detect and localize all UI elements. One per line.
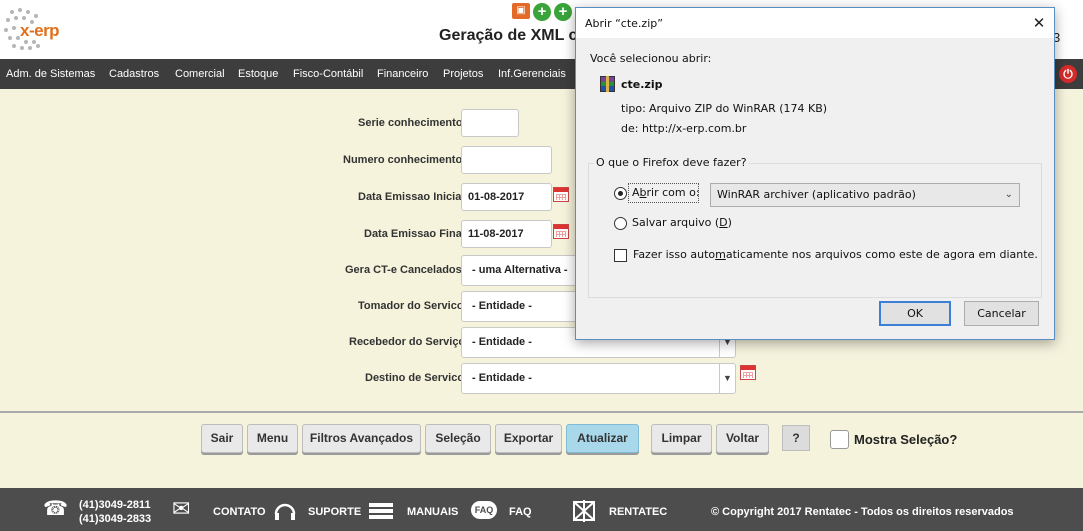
recebedor-value: - Entidade - bbox=[472, 336, 532, 348]
open-with-label[interactable]: Abrir com o: bbox=[632, 186, 700, 199]
numero-input[interactable] bbox=[461, 146, 552, 174]
auto-text: Fazer isso auto bbox=[633, 248, 716, 261]
menu-item-inf-gerenciais[interactable]: Inf.Gerenciais bbox=[498, 68, 566, 80]
save-file-label[interactable]: Salvar arquivo (D) bbox=[632, 216, 732, 229]
books-icon[interactable] bbox=[367, 500, 395, 522]
serie-label: Serie conhecimento bbox=[358, 117, 463, 129]
footer: ☎ (41)3049-2811 (41)3049-2833 ✉ CONTATO … bbox=[0, 488, 1083, 531]
voltar-button[interactable]: Voltar bbox=[716, 424, 769, 453]
menu-item-projetos[interactable]: Projetos bbox=[443, 68, 483, 80]
add-icon[interactable]: + bbox=[533, 3, 551, 21]
open-with-text-rest: rir com o: bbox=[646, 186, 700, 199]
serie-input[interactable] bbox=[461, 109, 519, 137]
menu-item-adm-sistemas[interactable]: Adm. de Sistemas bbox=[6, 68, 95, 80]
numero-label: Numero conhecimento bbox=[343, 154, 463, 166]
page-title: Geração de XML c bbox=[439, 27, 578, 44]
data-final-label: Data Emissao Final bbox=[364, 228, 465, 240]
selecao-button[interactable]: Seleção bbox=[425, 424, 491, 453]
destino-label: Destino de Servico bbox=[365, 372, 465, 384]
tomador-value: - Entidade - bbox=[472, 300, 532, 312]
auto-text-rest: aticamente nos arquivos como este de ago… bbox=[725, 248, 1038, 261]
help-button[interactable]: ? bbox=[782, 425, 810, 451]
suporte-link[interactable]: SUPORTE bbox=[308, 506, 361, 518]
winrar-archive-icon bbox=[600, 76, 615, 92]
destino-value: - Entidade - bbox=[472, 372, 532, 384]
faq-link[interactable]: FAQ bbox=[509, 506, 532, 518]
gera-cancelados-value: - uma Alternativa - bbox=[472, 264, 568, 276]
phone-2: (41)3049-2833 bbox=[79, 513, 152, 525]
mail-icon[interactable]: ✉ bbox=[172, 498, 190, 520]
menu-item-comercial[interactable]: Comercial bbox=[175, 68, 225, 80]
limpar-button[interactable]: Limpar bbox=[651, 424, 712, 453]
dialog-body: Você selecionou abrir: cte.zip tipo: Arq… bbox=[576, 38, 1054, 339]
calendar-icon[interactable] bbox=[553, 187, 569, 202]
filtros-avancados-button[interactable]: Filtros Avançados bbox=[302, 424, 421, 453]
ok-button[interactable]: OK bbox=[879, 301, 951, 326]
open-with-text-a: A bbox=[632, 186, 640, 199]
tomador-label: Tomador do Servico bbox=[358, 300, 464, 312]
application-select[interactable]: WinRAR archiver (aplicativo padrão) ⌄ bbox=[710, 183, 1020, 207]
auto-accesskey: m bbox=[715, 248, 726, 261]
open-file-dialog: Abrir “cte.zip” ✕ Você selecionou abrir:… bbox=[575, 7, 1055, 340]
phone-1: (41)3049-2811 bbox=[79, 499, 151, 511]
data-final-input[interactable]: 11-08-2017 bbox=[461, 220, 552, 248]
save-file-radio[interactable] bbox=[614, 217, 627, 230]
manuais-link[interactable]: MANUAIS bbox=[407, 506, 458, 518]
sair-button[interactable]: Sair bbox=[201, 424, 243, 453]
rentatec-link[interactable]: RENTATEC bbox=[609, 506, 667, 518]
xerp-logo[interactable]: x-erp bbox=[2, 4, 64, 54]
data-inicial-label: Data Emissao Inicial bbox=[358, 191, 465, 203]
close-icon[interactable]: ✕ bbox=[1031, 14, 1047, 32]
calendar-icon[interactable] bbox=[740, 365, 756, 380]
save-file-text-end: ) bbox=[727, 216, 732, 229]
selected-label: Você selecionou abrir: bbox=[590, 52, 712, 65]
recebedor-label: Recebedor do Serviço bbox=[349, 336, 466, 348]
tipo-value: Arquivo ZIP do WinRAR (174 KB) bbox=[649, 102, 828, 115]
application-select-value: WinRAR archiver (aplicativo padrão) bbox=[717, 188, 916, 201]
open-with-accesskey: b bbox=[639, 186, 647, 199]
mostra-selecao-label: Mostra Seleção? bbox=[854, 432, 958, 447]
menu-button[interactable]: Menu bbox=[247, 424, 298, 453]
header-icons: ▣ + + bbox=[512, 3, 572, 23]
de-value: http://x-erp.com.br bbox=[642, 122, 747, 135]
auto-label[interactable]: Fazer isso automaticamente nos arquivos … bbox=[633, 248, 1038, 261]
file-name: cte.zip bbox=[621, 78, 663, 91]
presentation-icon[interactable]: ▣ bbox=[512, 3, 530, 19]
gera-cancelados-label: Gera CT-e Cancelados? bbox=[345, 264, 469, 276]
menu-item-cadastros[interactable]: Cadastros bbox=[109, 68, 159, 80]
de-label: de: bbox=[621, 122, 639, 135]
faq-icon[interactable]: FAQ bbox=[471, 501, 497, 519]
headset-icon[interactable] bbox=[273, 500, 297, 522]
tipo-label: tipo: bbox=[621, 102, 646, 115]
logo-text: x-erp bbox=[20, 21, 60, 40]
chevron-down-icon[interactable]: ⌄ bbox=[1005, 184, 1013, 206]
menu-item-fisco-contabil[interactable]: Fisco-Contábil bbox=[293, 68, 363, 80]
cancel-button[interactable]: Cancelar bbox=[964, 301, 1039, 326]
data-inicial-input[interactable]: 01-08-2017 bbox=[461, 183, 552, 211]
destino-select[interactable]: - Entidade - ▼ bbox=[461, 363, 736, 394]
calendar-icon[interactable] bbox=[553, 224, 569, 239]
add-new-icon[interactable]: + bbox=[554, 3, 572, 21]
mostra-selecao-checkbox[interactable] bbox=[830, 430, 849, 449]
contato-link[interactable]: CONTATO bbox=[213, 506, 266, 518]
rentatec-logo-icon[interactable] bbox=[570, 498, 598, 524]
power-off-icon[interactable]: ⏻ bbox=[1059, 65, 1077, 83]
menu-item-estoque[interactable]: Estoque bbox=[238, 68, 278, 80]
save-file-accesskey: D bbox=[719, 216, 728, 229]
chevron-down-icon[interactable]: ▼ bbox=[719, 364, 735, 393]
open-with-radio[interactable] bbox=[614, 187, 627, 200]
phone-icon: ☎ bbox=[43, 498, 68, 520]
exportar-button[interactable]: Exportar bbox=[495, 424, 562, 453]
save-file-text: Salvar arquivo ( bbox=[632, 216, 720, 229]
question-label: O que o Firefox deve fazer? bbox=[594, 156, 749, 169]
auto-checkbox[interactable] bbox=[614, 249, 627, 262]
copyright: © Copyright 2017 Rentatec - Todos os dir… bbox=[711, 506, 1014, 518]
menu-item-financeiro[interactable]: Financeiro bbox=[377, 68, 428, 80]
atualizar-button[interactable]: Atualizar bbox=[566, 424, 639, 453]
dialog-title: Abrir “cte.zip” bbox=[585, 17, 663, 30]
dialog-titlebar[interactable]: Abrir “cte.zip” ✕ bbox=[576, 8, 1054, 38]
